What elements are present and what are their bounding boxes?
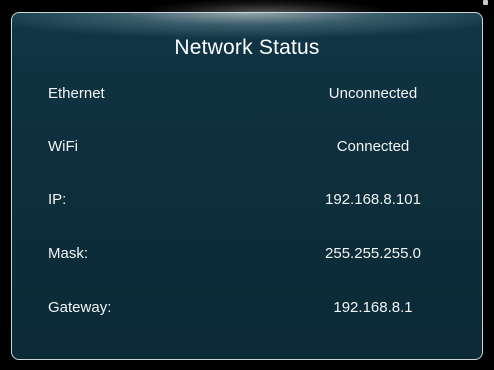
ethernet-status-value: Unconnected — [328, 85, 418, 102]
wifi-row: WiFi Connected — [12, 136, 482, 160]
wifi-label: WiFi — [48, 138, 78, 155]
ethernet-label: Ethernet — [48, 85, 105, 102]
gateway-value: 192.168.8.1 — [333, 299, 413, 316]
ethernet-row: Ethernet Unconnected — [12, 83, 482, 107]
mask-value: 255.255.255.0 — [325, 245, 421, 262]
ip-label: IP: — [48, 191, 67, 208]
screen: Network Status Ethernet Unconnected WiFi… — [0, 0, 494, 370]
mask-label: Mask: — [48, 245, 89, 262]
ip-row: IP: 192.168.8.101 — [12, 189, 482, 213]
corner-indicator — [483, 0, 488, 5]
network-status-panel: Network Status Ethernet Unconnected WiFi… — [11, 12, 483, 360]
gateway-row: Gateway: 192.168.8.1 — [12, 297, 482, 321]
mask-row: Mask: 255.255.255.0 — [12, 243, 482, 267]
wifi-status-value: Connected — [336, 138, 410, 155]
ip-value: 192.168.8.101 — [325, 191, 421, 208]
panel-title: Network Status — [174, 36, 320, 59]
gateway-label: Gateway: — [48, 299, 112, 316]
